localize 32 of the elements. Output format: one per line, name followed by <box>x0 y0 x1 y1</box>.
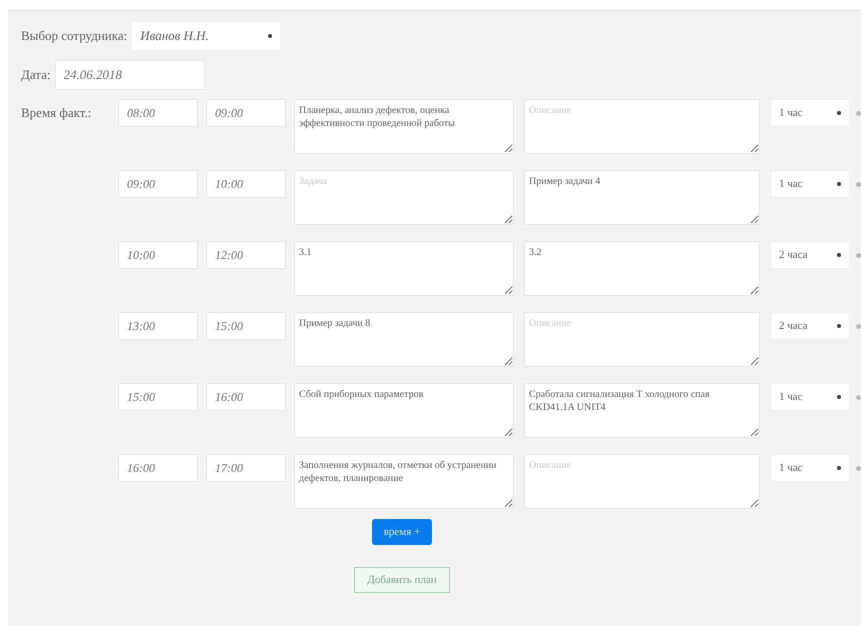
task-field[interactable]: 3.1 <box>294 241 514 296</box>
date-label: Дата: <box>21 67 51 83</box>
duration-select[interactable]: 2 часа <box>770 312 850 340</box>
description-field[interactable]: Сработала сигнализация T холодного спая CKD41.1A UNIT4 <box>524 383 760 438</box>
employee-label: Выбор сотрудника: <box>21 28 128 44</box>
add-time-button[interactable]: время + <box>372 519 432 545</box>
start-time-field[interactable]: 10:00 <box>118 241 198 269</box>
description-field[interactable]: Пример задачи 4 <box>524 170 760 225</box>
task-field[interactable]: Заполнения журналов, отметки об устранении дефектов, планирование <box>294 454 514 509</box>
task-field[interactable]: Планерка, анализ дефектов, оценка эффективности проведенной работы <box>294 99 514 154</box>
duration-select[interactable]: 1 час <box>770 99 850 127</box>
duration-select[interactable]: 1 час <box>770 454 850 482</box>
employee-select[interactable]: Иванов Н.Н. <box>131 21 282 51</box>
end-time-field[interactable]: 15:00 <box>206 312 286 340</box>
date-field[interactable]: 24.06.2018 <box>54 60 205 90</box>
end-time-field[interactable]: 12:00 <box>206 241 286 269</box>
end-time-field[interactable]: 17:00 <box>206 454 286 482</box>
task-field[interactable]: Сбой приборных параметров <box>294 383 514 438</box>
start-time-field[interactable]: 13:00 <box>118 312 198 340</box>
description-field[interactable]: 3.2 <box>524 241 760 296</box>
start-time-field[interactable]: 08:00 <box>118 99 198 127</box>
end-time-field[interactable]: 16:00 <box>206 383 286 411</box>
duration-select[interactable]: 2 часа <box>770 241 850 269</box>
duration-select[interactable]: 1 час <box>770 383 850 411</box>
start-time-field[interactable]: 09:00 <box>118 170 198 198</box>
start-time-field[interactable]: 15:00 <box>118 383 198 411</box>
task-field[interactable]: Пример задачи 8 <box>294 312 514 367</box>
start-time-field[interactable]: 16:00 <box>118 454 198 482</box>
end-time-field[interactable]: 09:00 <box>206 99 286 127</box>
time-label: Время факт.: <box>21 104 92 122</box>
duration-select[interactable]: 1 час <box>770 170 850 198</box>
end-time-field[interactable]: 10:00 <box>206 170 286 198</box>
